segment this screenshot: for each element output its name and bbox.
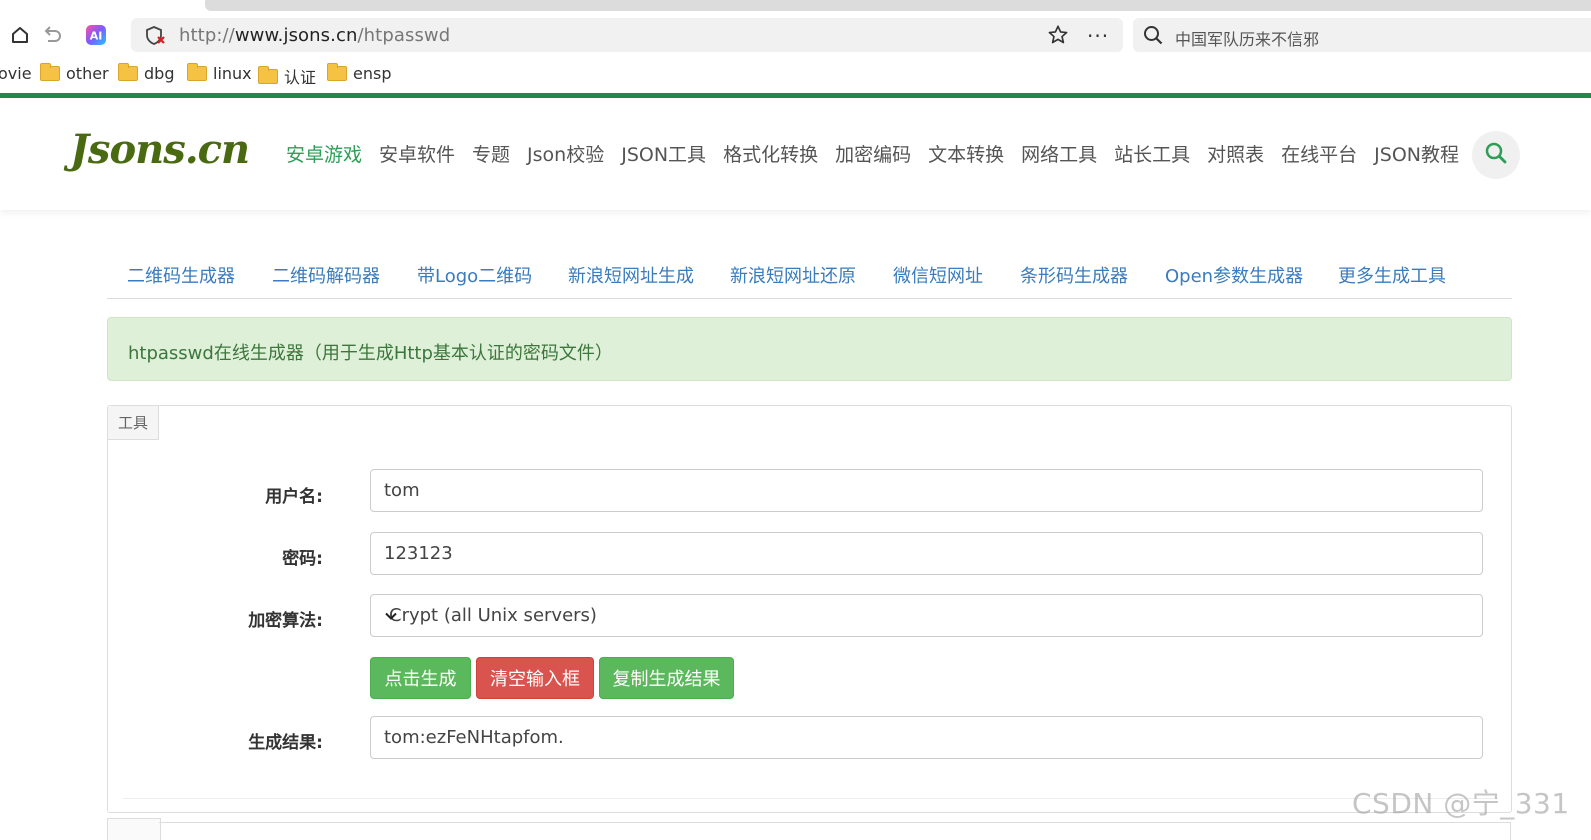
subnav-wechat-short-url[interactable]: 微信短网址 [893,262,983,288]
subnav-more-tools[interactable]: 更多生成工具 [1338,262,1446,288]
nav-item-online-platform[interactable]: 在线平台 [1281,140,1357,167]
nav-item-format-convert[interactable]: 格式化转换 [723,140,818,167]
tool-panel: 工具 用户名: tom 密码: 123123 加密算法: Crypt (all … [107,405,1512,813]
nav-item-text-convert[interactable]: 文本转换 [928,140,1004,167]
search-icon [1484,141,1508,169]
csdn-watermark: CSDN @宁_331 [1352,787,1570,820]
result-label: 生成结果: [248,733,323,753]
result-output-value: tom:ezFeNHtapfom. [384,727,564,748]
subnav-sina-url-restore[interactable]: 新浪短网址还原 [730,262,856,288]
subnav-logo-qrcode[interactable]: 带Logo二维码 [417,262,532,288]
subnav-qrcode-decoder[interactable]: 二维码解码器 [272,262,380,288]
svg-text:AI: AI [90,30,103,43]
url-text: http://www.jsons.cn/htpasswd [179,25,451,46]
bookmark-item[interactable]: ovie [0,64,32,83]
site-logo[interactable]: Jsons.cn [70,126,250,173]
address-bar[interactable]: http://www.jsons.cn/htpasswd ··· [131,18,1123,52]
tab-strip [205,0,1591,11]
search-bar[interactable]: 中国军队历来不信邪 [1133,18,1591,52]
home-icon[interactable] [8,23,32,47]
page-title-alert: htpasswd在线生成器（用于生成Http基本认证的密码文件） [107,317,1512,381]
main-nav: 安卓游戏 安卓软件 专题 Json校验 JSON工具 格式化转换 加密编码 文本… [286,140,1476,167]
folder-icon [187,63,207,81]
bookmark-folder-dbg[interactable]: dbg [118,63,174,83]
password-label: 密码: [282,549,323,569]
site-header: Jsons.cn 安卓游戏 安卓软件 专题 Json校验 JSON工具 格式化转… [0,98,1591,210]
back-icon[interactable] [40,23,64,47]
password-input[interactable]: 123123 [370,532,1483,575]
tool-subnav: 二维码生成器 二维码解码器 带Logo二维码 新浪短网址生成 新浪短网址还原 微… [107,262,1512,299]
nav-item-json-validate[interactable]: Json校验 [527,140,604,167]
bookmark-folder-ensp[interactable]: ensp [327,63,391,83]
browser-toolbar: AI http://www.jsons.cn/htpasswd ··· 中国军队… [0,14,1591,56]
bookmark-folder-other[interactable]: other [40,63,109,83]
site-search-button[interactable] [1472,131,1520,179]
star-icon[interactable] [1047,24,1069,50]
algorithm-select[interactable]: Crypt (all Unix servers) [370,594,1483,637]
page-title: htpasswd在线生成器（用于生成Http基本认证的密码文件） [128,343,613,364]
folder-icon [258,65,278,84]
panel-divider [123,798,1498,799]
next-panel [159,822,1511,840]
subnav-barcode-generator[interactable]: 条形码生成器 [1020,262,1128,288]
nav-item-webmaster-tools[interactable]: 站长工具 [1114,140,1190,167]
bookmarks-bar: ovie other dbg linux 认证 ensp [0,62,1591,88]
result-output[interactable]: tom:ezFeNHtapfom. [370,716,1483,759]
subnav-open-param-generator[interactable]: Open参数生成器 [1165,262,1303,288]
nav-item-json-tutorial[interactable]: JSON教程 [1374,140,1459,167]
copy-result-button[interactable]: 复制生成结果 [599,657,734,699]
chevron-down-icon [384,607,1472,628]
username-label: 用户名: [265,487,323,507]
algorithm-label: 加密算法: [248,611,323,631]
folder-icon [327,63,347,81]
bookmark-folder-auth[interactable]: 认证 [258,64,316,88]
username-input-value: tom [384,480,420,501]
bookmark-folder-linux[interactable]: linux [187,63,252,83]
nav-item-network-tools[interactable]: 网络工具 [1021,140,1097,167]
folder-icon [40,63,60,81]
more-options-icon[interactable]: ··· [1087,24,1109,48]
ai-extension-icon[interactable]: AI [84,23,108,47]
generate-button[interactable]: 点击生成 [370,657,471,699]
subnav-qrcode-generator[interactable]: 二维码生成器 [127,262,235,288]
nav-item-reference-tables[interactable]: 对照表 [1207,140,1264,167]
nav-item-encrypt-encode[interactable]: 加密编码 [835,140,911,167]
subnav-sina-short-url[interactable]: 新浪短网址生成 [568,262,694,288]
password-input-value: 123123 [384,543,453,564]
folder-icon [118,63,138,81]
next-panel-tab[interactable] [107,818,161,840]
clear-inputs-button[interactable]: 清空输入框 [476,657,594,699]
username-input[interactable]: tom [370,469,1483,512]
nav-item-topics[interactable]: 专题 [472,140,510,167]
search-query-text: 中国军队历来不信邪 [1175,30,1320,49]
panel-tab-tools[interactable]: 工具 [108,406,159,440]
search-icon [1143,25,1163,49]
site-security-warning-icon[interactable] [145,26,167,50]
nav-item-android-games[interactable]: 安卓游戏 [286,140,362,167]
nav-item-android-software[interactable]: 安卓软件 [379,140,455,167]
nav-item-json-tools[interactable]: JSON工具 [621,140,706,167]
